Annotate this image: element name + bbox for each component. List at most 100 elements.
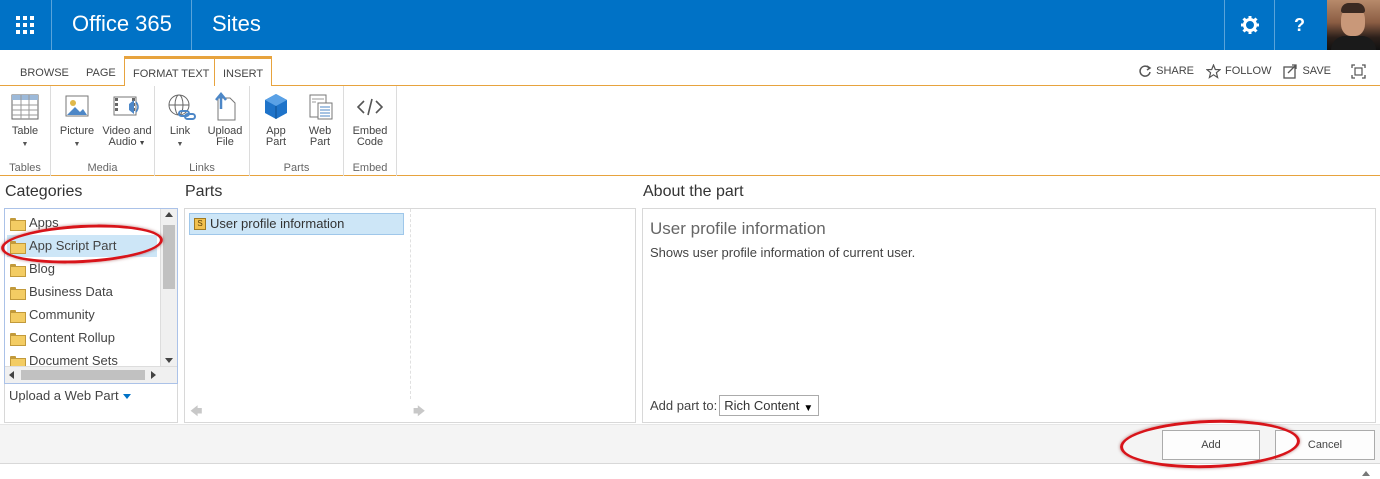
scroll-up-icon[interactable]: [1362, 471, 1370, 476]
dropdown-arrow-icon: ▼: [803, 403, 814, 414]
app-part-icon: S: [194, 218, 206, 230]
star-icon: [1206, 63, 1222, 79]
save-icon: [1283, 63, 1298, 79]
tab-browse[interactable]: BROWSE: [12, 60, 77, 86]
group-label-links: Links: [189, 162, 215, 174]
office365-brand[interactable]: Office 365: [51, 0, 192, 50]
chevron-down-icon: ▼: [21, 141, 29, 148]
table-button[interactable]: Table ▼: [1, 92, 49, 150]
upload-file-label-2: File: [216, 136, 234, 148]
save-button[interactable]: SAVE: [1283, 63, 1331, 79]
web-part-icon: [309, 94, 333, 120]
avatar[interactable]: [1327, 0, 1380, 50]
part-item-user-profile[interactable]: S User profile information: [189, 213, 404, 235]
link-button[interactable]: Link ▼: [156, 92, 204, 150]
upload-file-icon: [215, 92, 236, 121]
link-label: Link: [169, 125, 191, 137]
scroll-right-icon[interactable]: [151, 371, 156, 379]
fullscreen-icon: [1351, 63, 1366, 79]
scroll-up-icon[interactable]: [165, 212, 173, 217]
help-button[interactable]: ?: [1274, 0, 1324, 50]
sites-link[interactable]: Sites: [191, 0, 281, 50]
table-label: Table: [11, 125, 39, 137]
parts-heading: Parts: [185, 183, 223, 200]
web-part-button[interactable]: Web Part: [296, 92, 344, 148]
embed-code-button[interactable]: Embed Code: [346, 92, 394, 148]
add-part-to-value: Rich Content: [724, 398, 800, 413]
add-part-to-select[interactable]: Rich Content ▼: [719, 395, 820, 416]
ribbon-group-tables: Table ▼ Tables: [0, 86, 51, 176]
app-part-button[interactable]: App Part: [252, 92, 300, 148]
embed-code-icon: [356, 98, 384, 116]
ribbon-group-media: Picture ▼ Video and Audio ▼ Media: [51, 86, 155, 176]
follow-button[interactable]: FOLLOW: [1206, 63, 1272, 79]
ribbon-group-parts: App Part Web Part Parts: [250, 86, 344, 176]
upload-web-part-label: Upload a Web Part: [9, 388, 119, 403]
chevron-down-icon: ▼: [73, 141, 81, 148]
scroll-down-icon[interactable]: [165, 358, 173, 363]
group-label-media: Media: [87, 162, 118, 174]
suite-bar: Office 365 Sites ?: [0, 0, 1380, 50]
table-icon: [11, 94, 39, 120]
picture-button[interactable]: Picture ▼: [53, 92, 101, 150]
part-label: User profile information: [210, 216, 345, 231]
tab-page[interactable]: PAGE: [78, 60, 124, 86]
folder-icon: [10, 263, 26, 277]
settings-button[interactable]: [1224, 0, 1274, 50]
folder-icon: [10, 332, 26, 346]
about-part-title: User profile information: [650, 219, 826, 238]
gear-icon: [1240, 16, 1259, 34]
embed-code-label-2: Code: [356, 136, 384, 148]
ribbon-group-links: Link ▼ Upload File Links: [155, 86, 250, 176]
save-label: SAVE: [1302, 65, 1331, 77]
follow-label: FOLLOW: [1225, 65, 1272, 77]
upload-web-part-link[interactable]: Upload a Web Part: [9, 388, 131, 403]
previous-arrow-icon[interactable]: 🡄: [190, 402, 202, 423]
add-part-to-label: Add part to:: [650, 398, 718, 413]
app-launcher-button[interactable]: [0, 0, 50, 50]
vertical-scrollbar[interactable]: [160, 209, 177, 366]
webpart-picker: Categories Parts About the part Apps App…: [0, 177, 1380, 427]
about-panel: User profile information Shows user prof…: [642, 208, 1376, 423]
tab-format-text[interactable]: FORMAT TEXT: [124, 56, 219, 86]
video-audio-icon: [113, 96, 139, 116]
about-part-description: Shows user profile information of curren…: [650, 245, 916, 260]
tab-insert[interactable]: INSERT: [214, 56, 273, 87]
category-label: Business Data: [29, 284, 113, 299]
folder-icon: [10, 355, 26, 369]
share-icon: [1139, 65, 1152, 77]
folder-icon: [10, 286, 26, 300]
picture-label: Picture: [59, 125, 95, 137]
chevron-down-icon: ▼: [136, 140, 146, 147]
parts-divider: [410, 209, 411, 399]
video-audio-button[interactable]: Video and Audio ▼: [101, 92, 153, 149]
group-label-parts: Parts: [283, 162, 310, 174]
category-item-community[interactable]: Community: [10, 304, 95, 326]
waffle-icon: [16, 16, 34, 34]
ribbon: Table ▼ Tables Picture ▼ Video and Audio…: [0, 86, 1380, 176]
ribbon-tabs: BROWSE PAGE FORMAT TEXT INSERT SHARE FOL…: [0, 50, 1380, 87]
focus-mode-button[interactable]: [1351, 63, 1370, 79]
web-part-label-2: Part: [309, 136, 331, 148]
folder-icon: [10, 217, 26, 231]
share-label: SHARE: [1156, 65, 1195, 77]
ribbon-group-embed: Embed Code Embed: [344, 86, 397, 176]
scroll-thumb[interactable]: [21, 370, 145, 380]
category-item-content-rollup[interactable]: Content Rollup: [10, 327, 115, 349]
next-arrow-icon[interactable]: 🡆: [413, 402, 425, 423]
group-label-tables: Tables: [9, 162, 41, 174]
parts-panel: S User profile information 🡄 🡆: [184, 208, 636, 423]
link-icon: [168, 94, 196, 120]
chevron-down-icon: ▼: [176, 141, 184, 148]
horizontal-scrollbar[interactable]: [5, 366, 177, 383]
page-actions: SHARE FOLLOW SAVE: [1126, 60, 1370, 82]
category-item-business-data[interactable]: Business Data: [10, 281, 113, 303]
scroll-thumb[interactable]: [163, 225, 175, 289]
categories-heading: Categories: [5, 183, 83, 200]
upload-file-button[interactable]: Upload File: [201, 92, 249, 148]
group-label-embed: Embed: [352, 162, 388, 174]
category-label: Content Rollup: [29, 330, 115, 345]
category-label: Community: [29, 307, 95, 322]
share-button[interactable]: SHARE: [1138, 64, 1194, 78]
scroll-left-icon[interactable]: [9, 371, 14, 379]
